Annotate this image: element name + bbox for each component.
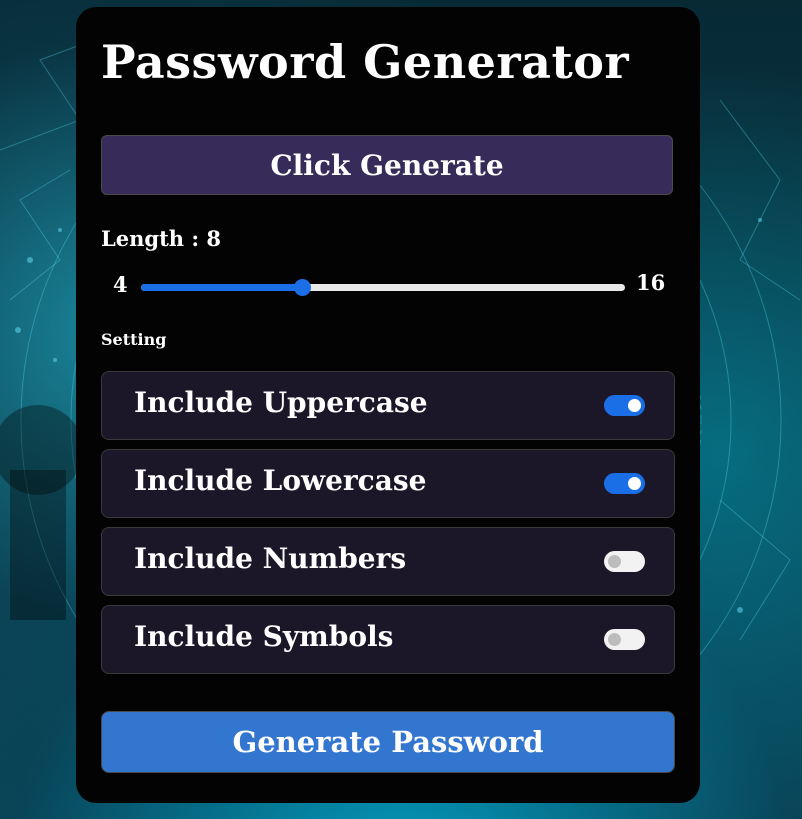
toggle-knob — [628, 477, 641, 490]
option-label: Include Symbols — [134, 620, 394, 653]
lowercase-toggle[interactable] — [604, 473, 645, 494]
option-label: Include Lowercase — [134, 464, 427, 497]
numbers-toggle[interactable] — [604, 551, 645, 572]
generate-password-button[interactable]: Generate Password — [101, 711, 675, 773]
uppercase-toggle[interactable] — [604, 395, 645, 416]
slider-max-label: 16 — [636, 270, 666, 295]
slider-min-label: 4 — [113, 272, 128, 297]
password-generator-card: Password Generator Click Generate Length… — [76, 7, 700, 803]
length-label: Length : 8 — [101, 226, 222, 251]
option-uppercase: Include Uppercase — [101, 371, 675, 440]
symbols-toggle[interactable] — [604, 629, 645, 650]
setting-section-label: Setting — [101, 330, 167, 349]
slider-fill — [141, 284, 303, 291]
generated-password-button[interactable]: Click Generate — [101, 135, 673, 195]
option-symbols: Include Symbols — [101, 605, 675, 674]
option-label: Include Numbers — [134, 542, 407, 575]
option-lowercase: Include Lowercase — [101, 449, 675, 518]
toggle-knob — [608, 555, 621, 568]
page-title: Password Generator — [101, 35, 630, 89]
toggle-knob — [608, 633, 621, 646]
slider-thumb[interactable] — [294, 279, 312, 296]
length-slider[interactable] — [141, 279, 625, 296]
length-slider-row: 4 16 — [101, 264, 673, 304]
toggle-knob — [628, 399, 641, 412]
option-numbers: Include Numbers — [101, 527, 675, 596]
option-label: Include Uppercase — [134, 386, 428, 419]
